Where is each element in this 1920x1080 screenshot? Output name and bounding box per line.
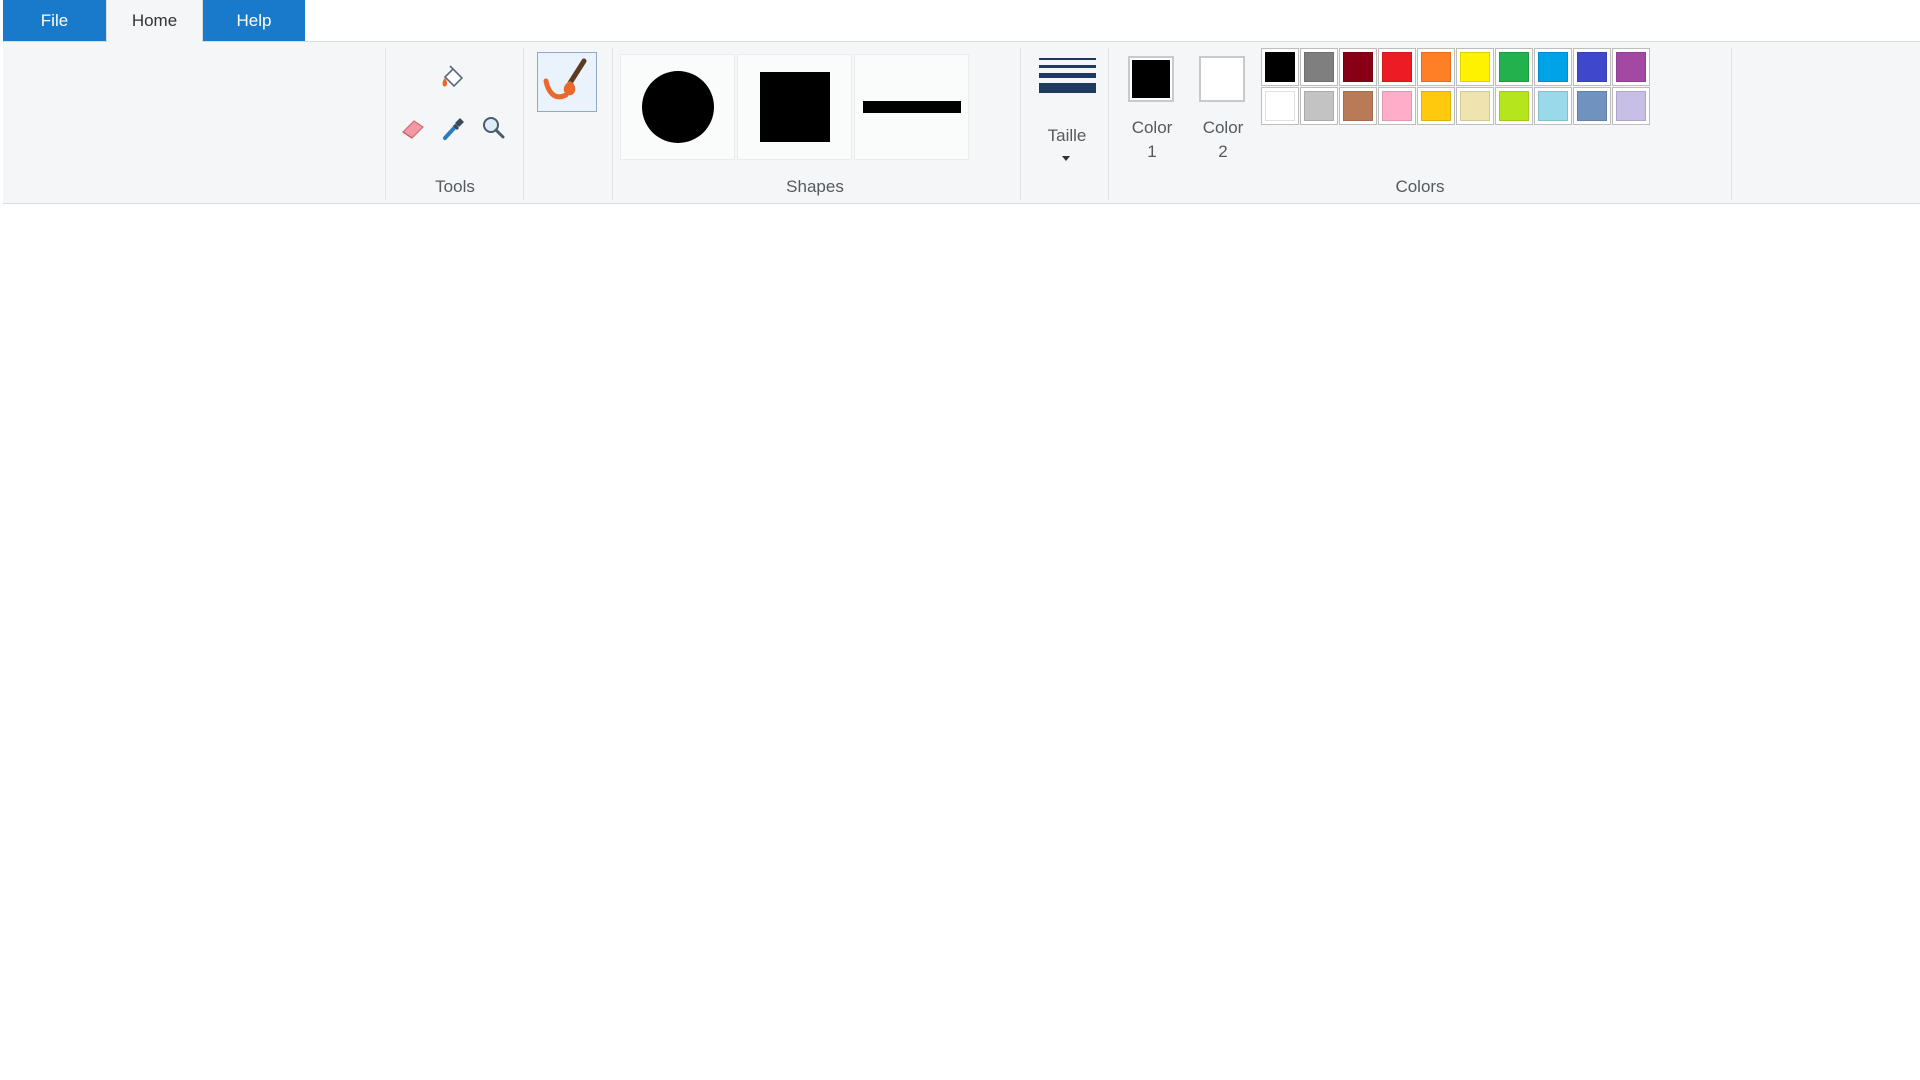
palette-swatch-fill xyxy=(1460,52,1490,82)
palette-swatch-fill xyxy=(1265,91,1295,121)
tools-group-label: Tools xyxy=(435,177,475,196)
palette-swatch-fill xyxy=(1577,52,1607,82)
palette-swatch-fill xyxy=(1382,52,1412,82)
ribbon-separator xyxy=(385,48,386,200)
tab-help[interactable]: Help xyxy=(203,0,305,41)
palette-swatch-fill xyxy=(1460,91,1490,121)
ribbon-separator xyxy=(612,48,613,200)
palette-swatch[interactable] xyxy=(1417,48,1455,86)
color-1-label-number: 1 xyxy=(1147,142,1157,161)
colors-group-label: Colors xyxy=(1395,177,1445,196)
palette-swatch-fill xyxy=(1538,91,1568,121)
shape-oval-button[interactable] xyxy=(620,54,735,160)
palette-swatch-fill xyxy=(1343,52,1373,82)
palette-swatch-fill xyxy=(1304,91,1334,121)
color-picker-icon[interactable] xyxy=(438,112,470,144)
palette-swatch-fill xyxy=(1343,91,1373,121)
palette-swatch[interactable] xyxy=(1300,48,1338,86)
tab-file[interactable]: File xyxy=(3,0,106,41)
palette-swatch-fill xyxy=(1577,91,1607,121)
palette-swatch[interactable] xyxy=(1456,48,1494,86)
chevron-down-icon xyxy=(1062,156,1070,161)
palette-swatch[interactable] xyxy=(1261,48,1299,86)
shape-line-button[interactable] xyxy=(854,54,969,160)
rectangle-icon xyxy=(759,72,830,142)
color-1-fill xyxy=(1132,60,1170,98)
brush-button[interactable] xyxy=(537,52,597,112)
ribbon: Tools Shapes Taille Color 1 Color 2 Colo… xyxy=(3,41,1920,204)
tab-bar: File Home Help xyxy=(0,0,1920,42)
size-label: Taille xyxy=(1047,126,1087,145)
palette-swatch-fill xyxy=(1421,91,1451,121)
color-1-label-text: Color xyxy=(1131,118,1173,137)
eraser-icon[interactable] xyxy=(398,112,430,144)
palette-swatch[interactable] xyxy=(1612,48,1650,86)
color-2-button[interactable]: Color 2 xyxy=(1191,56,1251,176)
palette-swatch[interactable] xyxy=(1378,48,1416,86)
color-2-fill xyxy=(1203,60,1241,98)
color-palette xyxy=(1261,48,1653,128)
palette-swatch[interactable] xyxy=(1534,48,1572,86)
color-2-label-text: Color xyxy=(1202,118,1244,137)
color-1-swatch xyxy=(1128,56,1174,102)
palette-swatch[interactable] xyxy=(1378,87,1416,125)
line-size-icon xyxy=(1039,58,1096,98)
palette-swatch[interactable] xyxy=(1417,87,1455,125)
drawing-canvas[interactable] xyxy=(3,205,1920,1080)
ribbon-separator xyxy=(1108,48,1109,200)
palette-swatch[interactable] xyxy=(1495,48,1533,86)
palette-swatch[interactable] xyxy=(1339,87,1377,125)
shape-rectangle-button[interactable] xyxy=(737,54,852,160)
magnifier-icon[interactable] xyxy=(478,112,510,144)
oval-icon xyxy=(641,71,714,143)
color-2-label: Color 2 xyxy=(1191,116,1255,164)
size-button[interactable]: Taille xyxy=(1033,50,1101,166)
palette-swatch[interactable] xyxy=(1300,87,1338,125)
palette-swatch[interactable] xyxy=(1339,48,1377,86)
fill-bucket-icon[interactable] xyxy=(438,62,470,94)
ribbon-separator xyxy=(1731,48,1732,200)
ribbon-separator xyxy=(1020,48,1021,200)
palette-swatch[interactable] xyxy=(1261,87,1299,125)
palette-swatch[interactable] xyxy=(1534,87,1572,125)
line-icon xyxy=(862,101,961,113)
tab-home[interactable]: Home xyxy=(106,0,203,42)
color-1-label: Color 1 xyxy=(1120,116,1184,164)
color-1-button[interactable]: Color 1 xyxy=(1120,56,1180,176)
shapes-group-label: Shapes xyxy=(786,177,844,196)
palette-swatch[interactable] xyxy=(1573,87,1611,125)
palette-swatch[interactable] xyxy=(1495,87,1533,125)
color-2-label-number: 2 xyxy=(1218,142,1228,161)
palette-swatch-fill xyxy=(1421,52,1451,82)
palette-swatch[interactable] xyxy=(1573,48,1611,86)
ribbon-separator xyxy=(523,48,524,200)
palette-swatch-fill xyxy=(1616,52,1646,82)
palette-swatch-fill xyxy=(1616,91,1646,121)
palette-swatch-fill xyxy=(1304,52,1334,82)
color-2-swatch xyxy=(1199,56,1245,102)
palette-swatch-fill xyxy=(1382,91,1412,121)
brush-icon xyxy=(543,58,587,100)
palette-swatch-fill xyxy=(1538,52,1568,82)
palette-swatch-fill xyxy=(1499,91,1529,121)
palette-swatch-fill xyxy=(1265,52,1295,82)
palette-swatch[interactable] xyxy=(1456,87,1494,125)
palette-swatch[interactable] xyxy=(1612,87,1650,125)
palette-swatch-fill xyxy=(1499,52,1529,82)
